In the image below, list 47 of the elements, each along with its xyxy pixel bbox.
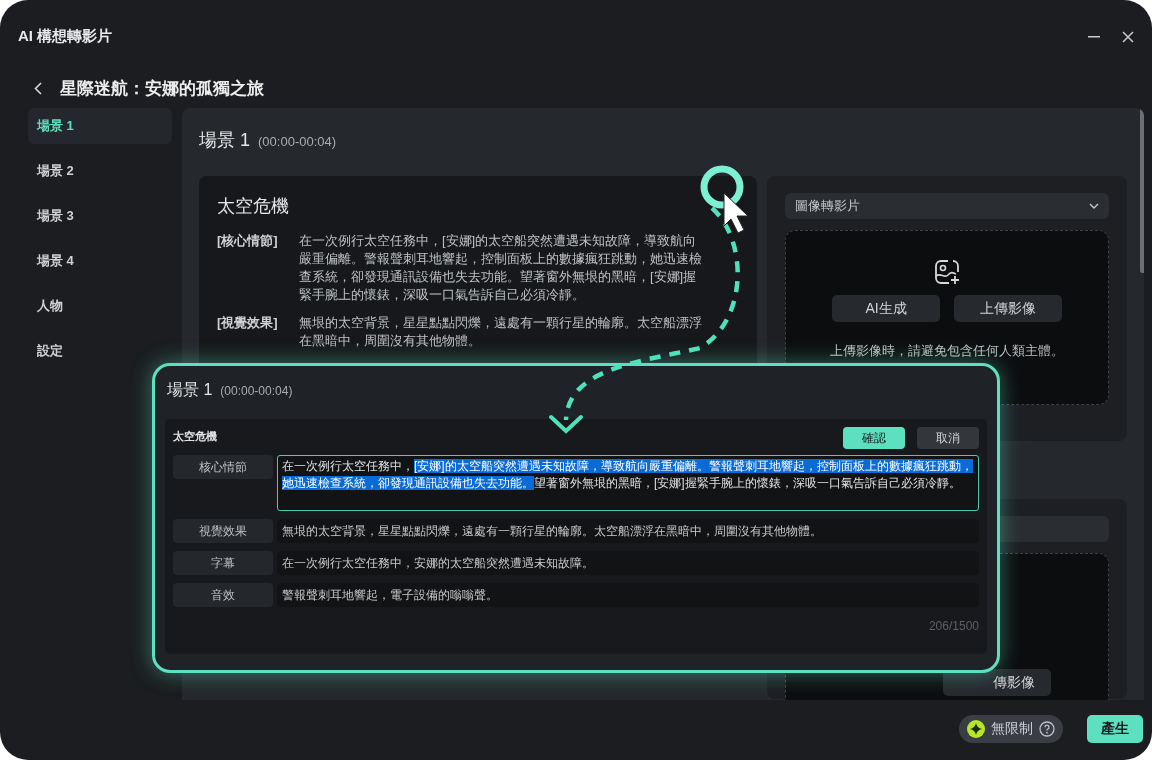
confirm-button[interactable]: 確認 (843, 427, 905, 449)
field-label: 核心情節 (173, 455, 273, 479)
generate-button[interactable]: 產生 (1087, 715, 1143, 743)
image-add-icon (934, 259, 960, 285)
plan-badge[interactable]: 無限制 (959, 715, 1063, 743)
cursor-icon (723, 192, 749, 234)
close-icon[interactable] (1122, 31, 1134, 43)
scene-time: (00:00-00:04) (258, 134, 337, 149)
chevron-down-icon (1089, 203, 1099, 209)
upload-option-button[interactable]: AI生成 (832, 295, 940, 322)
upload-option-button[interactable]: 上傳影像 (954, 295, 1062, 322)
sidebar-item[interactable]: 場景 4 (28, 243, 172, 279)
field-label: 音效 (173, 583, 273, 607)
plan-label: 無限制 (991, 720, 1033, 738)
text-area[interactable]: 在一次例行太空任務中，[安娜]的太空船突然遭遇未知故障，導致航向嚴重偏離。警報聲刺耳地響起，控制面板上的數據瘋狂跳動，她迅速檢查系統，卻發現通訊設備也失去功能。望著窗外無垠的黑暗，[安娜]握緊手腕上的懷錶，深吸一口氣告訴自己必須冷靜。 (277, 455, 979, 511)
character-counter: 206/1500 (927, 619, 979, 633)
scrollbar-thumb[interactable] (1140, 108, 1144, 273)
sidebar-item[interactable]: 設定 (28, 333, 172, 369)
upload-option-button[interactable]: 傳影像 (943, 669, 1051, 696)
editor-title: 太空危機 (173, 429, 217, 444)
cancel-button[interactable]: 取消 (917, 427, 979, 449)
window-title: AI 構想轉影片 (18, 26, 114, 46)
sidebar-item[interactable]: 場景 1 (28, 108, 172, 144)
field-label: 視覺效果 (173, 519, 273, 543)
script-text: 無垠的太空背景，星星點點閃爍，遠處有一顆行星的輪廓。太空船漂浮在黑暗中，周圍沒有其他物體。 (299, 314, 703, 350)
script-label: [核心情節] (217, 232, 279, 250)
upload-hint: 上傳影像時，請避免包含任何人類主體。 (830, 342, 1064, 360)
sidebar-item[interactable]: 場景 2 (28, 153, 172, 189)
editor-scene-title: 場景 1 (167, 380, 213, 400)
back-icon[interactable] (34, 81, 42, 95)
editor-scene-time: (00:00-00:04) (220, 384, 293, 398)
field-value[interactable]: 警報聲刺耳地響起，電子設備的嗡嗡聲。 (277, 583, 979, 607)
script-text: 在一次例行太空任務中，[安娜]的太空船突然遭遇未知故障，導致航向嚴重偏離。警報聲刺耳地響起，控制面板上的數據瘋狂跳動，她迅速檢查系統，卻發現通訊設備也失去功能。望著窗外無垠的黑暗，[安娜]握緊手腕上的懷錶，深吸一口氣告訴自己必須冷靜。 (299, 232, 703, 304)
field-value[interactable]: 無垠的太空背景，星星點點閃爍，遠處有一顆行星的輪廓。太空船漂浮在黑暗中，周圍沒有其他物體。 (277, 519, 979, 543)
script-title: 太空危機 (217, 195, 290, 218)
sidebar-item[interactable]: 人物 (28, 288, 172, 324)
page-title: 星際迷航：安娜的孤獨之旅 (60, 77, 264, 100)
highlight-ring (700, 165, 744, 209)
scene-title: 場景 1 (199, 129, 250, 152)
field-label: 字幕 (173, 551, 273, 575)
mode-dropdown[interactable]: 圖像轉影片 (785, 193, 1109, 219)
minimize-icon[interactable] (1088, 36, 1100, 38)
sidebar-item[interactable]: 場景 3 (28, 198, 172, 234)
script-label: [視覺效果] (217, 314, 279, 332)
sparkle-icon (967, 720, 985, 738)
help-icon[interactable] (1039, 721, 1055, 737)
field-value[interactable]: 在一次例行太空任務中，安娜的太空船突然遭遇未知故障。 (277, 551, 979, 575)
